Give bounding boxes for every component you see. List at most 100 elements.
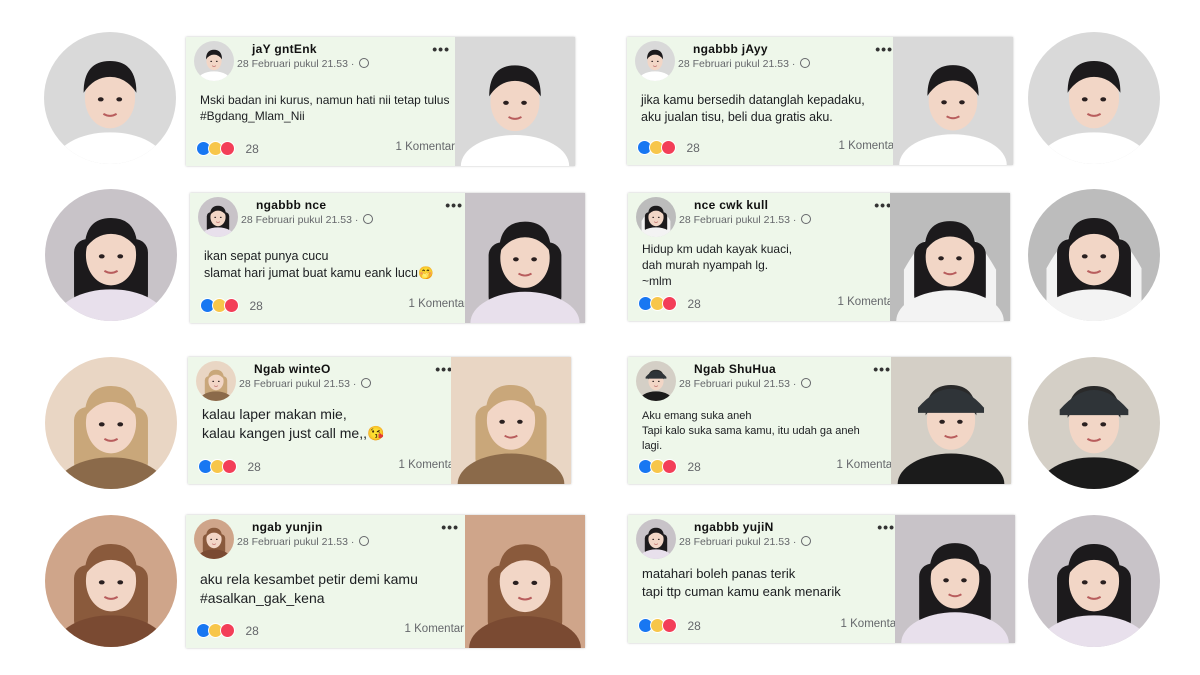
post-date: 28 Februari pukul 21.53 — [679, 214, 790, 226]
love-reaction-icon — [220, 141, 235, 157]
post-date: 28 Februari pukul 21.53 — [679, 378, 790, 390]
reaction-count: 28 — [687, 618, 701, 633]
post-photo[interactable] — [893, 37, 1013, 165]
post-text: jika kamu bersedih datanglah kepadaku, a… — [641, 93, 865, 124]
reaction-summary[interactable]: 28 — [638, 458, 701, 475]
comment-count-link[interactable]: 1 Komentar — [837, 459, 896, 471]
post-author-avatar[interactable] — [635, 41, 675, 81]
post-date: 28 Februari pukul 21.53 — [679, 536, 790, 548]
post-card: nce cwk kull 28 Februari pukul 21.53 · •… — [628, 193, 1010, 321]
comment-count-link[interactable]: 1 Komentar — [841, 618, 900, 630]
post-timestamp[interactable]: 28 Februari pukul 21.53 · — [237, 536, 370, 548]
love-reaction-icon — [662, 459, 677, 475]
post-photo[interactable] — [890, 193, 1010, 321]
more-options-icon[interactable]: ••• — [432, 41, 450, 57]
post-author-avatar[interactable] — [196, 361, 236, 401]
love-reaction-icon — [222, 459, 237, 475]
love-reaction-icon — [220, 623, 235, 639]
post-author-avatar[interactable] — [636, 361, 676, 401]
love-reaction-icon — [662, 296, 677, 312]
post-text: Mski badan ini kurus, namun hati nii tet… — [200, 93, 450, 123]
reaction-count: 28 — [687, 296, 701, 311]
reaction-count: 28 — [245, 141, 259, 156]
reaction-summary[interactable]: 28 — [200, 297, 263, 314]
post-photo[interactable] — [891, 357, 1011, 484]
profile-circle-photo — [1028, 32, 1160, 164]
post-timestamp[interactable]: 28 Februari pukul 21.53 · — [678, 58, 811, 70]
post-author-avatar[interactable] — [194, 41, 234, 81]
post-author-avatar[interactable] — [636, 197, 676, 237]
globe-icon — [363, 214, 374, 224]
reaction-count: 28 — [687, 459, 701, 474]
post-date: 28 Februari pukul 21.53 — [678, 58, 789, 70]
post-text: matahari boleh panas terik tapi ttp cuma… — [642, 566, 841, 599]
profile-circle-photo — [1028, 515, 1160, 647]
love-reaction-icon — [661, 140, 676, 156]
post-date: 28 Februari pukul 21.53 — [241, 214, 352, 226]
post-author-name[interactable]: ngab yunjin — [252, 520, 323, 534]
love-reaction-icon — [224, 298, 239, 314]
profile-circle-photo — [1028, 357, 1160, 489]
post-author-name[interactable]: Ngab winteO — [254, 362, 331, 376]
globe-icon — [801, 378, 812, 388]
comment-count-link[interactable]: 1 Komentar — [839, 140, 898, 152]
post-author-name[interactable]: Ngab ShuHua — [694, 362, 776, 376]
comment-count-link[interactable]: 1 Komentar — [399, 459, 458, 471]
post-timestamp[interactable]: 28 Februari pukul 21.53 · — [241, 214, 374, 226]
post-author-name[interactable]: jaY gntEnk — [252, 42, 317, 56]
reaction-summary[interactable]: 28 — [638, 617, 701, 634]
globe-icon — [800, 58, 811, 68]
post-author-avatar[interactable] — [194, 519, 234, 559]
reaction-summary[interactable]: 28 — [196, 140, 259, 157]
post-card: jaY gntEnk 28 Februari pukul 21.53 · •••… — [186, 37, 575, 166]
comment-count-link[interactable]: 1 Komentar — [405, 623, 464, 635]
post-text: Hidup km udah kayak kuaci, dah murah nya… — [642, 242, 793, 288]
post-author-name[interactable]: ngabbb jAyy — [693, 42, 768, 56]
post-card: ngabbb yujiN 28 Februari pukul 21.53 · •… — [628, 515, 1015, 643]
comment-count-link[interactable]: 1 Komentar — [396, 141, 455, 153]
post-card: Ngab ShuHua 28 Februari pukul 21.53 · ••… — [628, 357, 1011, 484]
post-text: ikan sepat punya cucu slamat hari jumat … — [204, 249, 434, 280]
more-options-icon[interactable]: ••• — [445, 197, 463, 213]
reaction-summary[interactable]: 28 — [198, 458, 261, 475]
post-author-name[interactable]: ngabbb nce — [256, 198, 326, 212]
globe-icon — [801, 536, 812, 546]
post-card: Ngab winteO 28 Februari pukul 21.53 · ••… — [188, 357, 571, 484]
reaction-count: 28 — [686, 140, 700, 155]
reaction-summary[interactable]: 28 — [637, 139, 700, 156]
more-options-icon[interactable]: ••• — [873, 361, 891, 377]
reaction-summary[interactable]: 28 — [638, 295, 701, 312]
globe-icon — [359, 58, 370, 68]
post-photo[interactable] — [451, 357, 571, 484]
comment-count-link[interactable]: 1 Komentar — [838, 296, 897, 308]
profile-circle-photo — [45, 515, 177, 647]
reaction-summary[interactable]: 28 — [196, 622, 259, 639]
post-text: kalau laper makan mie, kalau kangen just… — [202, 406, 385, 441]
post-timestamp[interactable]: 28 Februari pukul 21.53 · — [239, 378, 372, 390]
comment-count-link[interactable]: 1 Komentar — [409, 298, 468, 310]
post-author-name[interactable]: nce cwk kull — [694, 198, 768, 212]
post-author-avatar[interactable] — [636, 519, 676, 559]
more-options-icon[interactable]: ••• — [875, 41, 893, 57]
post-date: 28 Februari pukul 21.53 — [237, 58, 348, 70]
post-timestamp[interactable]: 28 Februari pukul 21.53 · — [679, 378, 812, 390]
more-options-icon[interactable]: ••• — [441, 519, 459, 535]
post-author-avatar[interactable] — [198, 197, 238, 237]
post-photo[interactable] — [465, 515, 585, 648]
profile-circle-photo — [45, 357, 177, 489]
post-card: ngabbb jAyy 28 Februari pukul 21.53 · ••… — [627, 37, 1013, 165]
post-date: 28 Februari pukul 21.53 — [237, 536, 348, 548]
post-timestamp[interactable]: 28 Februari pukul 21.53 · — [679, 536, 812, 548]
post-card: ngab yunjin 28 Februari pukul 21.53 · ••… — [186, 515, 585, 648]
post-photo[interactable] — [895, 515, 1015, 643]
post-timestamp[interactable]: 28 Februari pukul 21.53 · — [237, 58, 370, 70]
post-author-name[interactable]: ngabbb yujiN — [694, 520, 774, 534]
globe-icon — [801, 214, 812, 224]
post-photo[interactable] — [455, 37, 575, 166]
love-reaction-icon — [662, 618, 677, 634]
globe-icon — [361, 378, 372, 388]
post-photo[interactable] — [465, 193, 585, 323]
more-options-icon[interactable]: ••• — [877, 519, 895, 535]
profile-circle-photo — [1028, 189, 1160, 321]
post-timestamp[interactable]: 28 Februari pukul 21.53 · — [679, 214, 812, 226]
